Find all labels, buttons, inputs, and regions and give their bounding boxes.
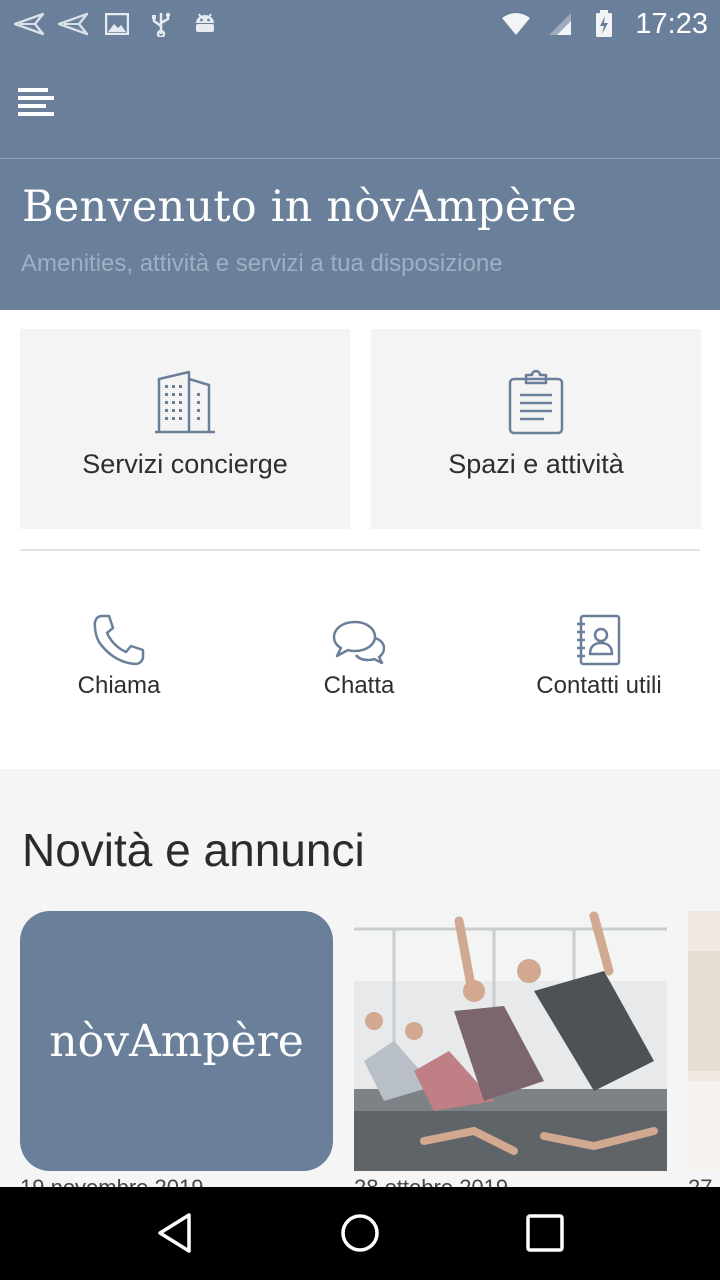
back-button[interactable] (145, 1207, 205, 1259)
menu-line (18, 88, 48, 92)
clock: 17:23 (635, 7, 708, 40)
android-icon (190, 9, 220, 39)
useful-contacts-button[interactable]: Contatti utili (489, 612, 709, 712)
interior-photo (688, 911, 720, 1171)
news-card[interactable] (688, 911, 720, 1171)
news-card[interactable] (354, 911, 667, 1171)
chat-icon (331, 612, 387, 668)
home-icon (341, 1214, 379, 1252)
send-icon (14, 9, 44, 39)
back-icon (158, 1213, 191, 1253)
wifi-icon (501, 9, 531, 39)
menu-line (18, 104, 46, 108)
tile-label: Servizi concierge (82, 449, 288, 479)
send-icon (58, 9, 88, 39)
recents-button[interactable] (515, 1207, 575, 1259)
address-book-icon (571, 612, 627, 668)
fitness-class-photo (354, 911, 667, 1171)
usb-icon (146, 9, 176, 39)
call-button[interactable]: Chiama (9, 612, 229, 712)
system-navigation-bar (0, 1187, 720, 1280)
news-title: Novità e annunci (22, 824, 365, 876)
section-divider (20, 549, 700, 551)
menu-button[interactable] (18, 86, 56, 118)
chat-button[interactable]: Chatta (249, 612, 469, 712)
signal-icon (545, 9, 575, 39)
home-button[interactable] (330, 1207, 390, 1259)
app-header: Benvenuto in nòvAmpère Amenities, attivi… (0, 48, 720, 310)
welcome-title: Benvenuto in nòvAmpère (22, 182, 577, 232)
battery-charging-icon (589, 9, 619, 39)
header-divider (0, 158, 720, 159)
phone-icon (91, 612, 147, 668)
action-label: Chatta (323, 672, 395, 699)
clipboard-icon (504, 369, 568, 435)
action-label: Chiama (77, 672, 161, 699)
menu-line (18, 112, 54, 116)
menu-line (18, 96, 54, 100)
image-icon (102, 9, 132, 39)
tile-spazi-attivita[interactable]: Spazi e attività (371, 329, 701, 529)
recents-icon (526, 1214, 564, 1252)
tile-servizi-concierge[interactable]: Servizi concierge (20, 329, 350, 529)
news-card[interactable]: nòvAmpère (20, 911, 333, 1171)
action-label: Contatti utili (536, 672, 662, 699)
news-section: Novità e annunci nòvAmpère 19 novembre 2… (0, 769, 720, 1189)
building-icon (153, 369, 217, 435)
tile-label: Spazi e attività (448, 449, 624, 479)
status-bar: 17:23 (0, 0, 720, 48)
welcome-subtitle: Amenities, attività e servizi a tua disp… (21, 250, 503, 277)
brand-logo: nòvAmpère (49, 1015, 304, 1067)
